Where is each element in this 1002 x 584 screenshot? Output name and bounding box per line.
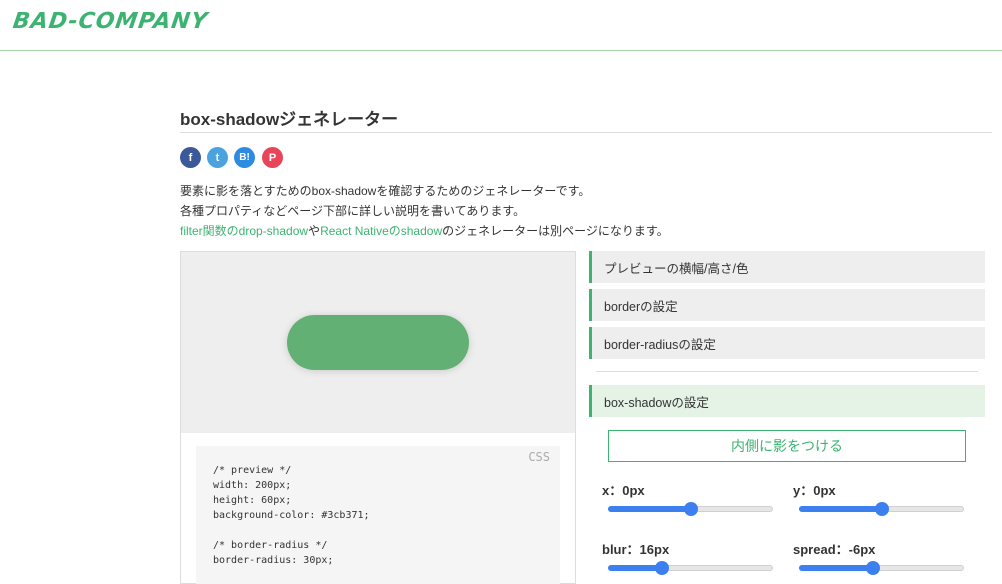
page-title: box-shadowジェネレーター bbox=[180, 110, 399, 129]
intro-line-3: filter関数のdrop-shadowやReact Nativeのshadow… bbox=[180, 221, 669, 241]
x-offset-label: x：0px bbox=[602, 483, 645, 498]
slider-fill bbox=[799, 565, 874, 571]
slider-fill bbox=[799, 506, 882, 512]
twitter-share-icon[interactable]: t bbox=[207, 147, 228, 168]
slider-fill bbox=[608, 565, 663, 571]
x-offset-slider[interactable] bbox=[608, 501, 773, 517]
intro-text: 要素に影を落とすためのbox-shadowを確認するためのジェネレーターです。 … bbox=[180, 181, 669, 241]
slider-thumb[interactable] bbox=[874, 502, 889, 516]
preview-area bbox=[181, 252, 575, 433]
blur-slider[interactable] bbox=[608, 560, 773, 576]
pocket-share-icon[interactable]: P bbox=[262, 147, 283, 168]
preview-panel: CSS /* preview */ width: 200px; height: … bbox=[180, 251, 576, 584]
drop-shadow-link[interactable]: filter関数のdrop-shadow bbox=[180, 224, 308, 238]
react-native-shadow-link[interactable]: React Nativeのshadow bbox=[320, 224, 442, 238]
inset-shadow-button[interactable]: 内側に影をつける bbox=[608, 430, 966, 462]
box-shadow-panel-toggle[interactable]: box-shadowの設定 bbox=[589, 385, 985, 417]
facebook-share-icon[interactable]: f bbox=[180, 147, 201, 168]
border-panel-toggle[interactable]: borderの設定 bbox=[589, 289, 985, 321]
spread-label: spread：-6px bbox=[793, 542, 876, 557]
y-offset-slider[interactable] bbox=[799, 501, 964, 517]
code-language-label: CSS bbox=[528, 450, 550, 464]
border-radius-panel-toggle[interactable]: border-radiusの設定 bbox=[589, 327, 985, 359]
spread-slider[interactable] bbox=[799, 560, 964, 576]
settings-divider bbox=[596, 371, 978, 372]
site-logo[interactable]: BAD-COMPANY bbox=[11, 9, 209, 34]
slider-fill bbox=[608, 506, 691, 512]
slider-thumb[interactable] bbox=[866, 561, 881, 575]
preview-size-panel-toggle[interactable]: プレビューの横幅/高さ/色 bbox=[589, 251, 985, 283]
slider-thumb[interactable] bbox=[655, 561, 670, 575]
blur-label: blur：16px bbox=[602, 542, 670, 557]
intro-connector: や bbox=[308, 224, 321, 238]
intro-tail: のジェネレーターは別ページになります。 bbox=[442, 224, 669, 238]
preview-box bbox=[287, 315, 469, 370]
intro-line-1: 要素に影を落とすためのbox-shadowを確認するためのジェネレーターです。 bbox=[180, 184, 591, 198]
y-offset-label: y：0px bbox=[793, 483, 836, 498]
intro-line-2: 各種プロパティなどページ下部に詳しい説明を書いてあります。 bbox=[180, 204, 526, 218]
css-code-block[interactable]: CSS /* preview */ width: 200px; height: … bbox=[196, 446, 560, 584]
css-code-text[interactable]: /* preview */ width: 200px; height: 60px… bbox=[213, 463, 370, 568]
slider-thumb[interactable] bbox=[683, 502, 698, 516]
hatena-bookmark-icon[interactable]: B! bbox=[234, 147, 255, 168]
site-header: BAD-COMPANY bbox=[0, 0, 1002, 51]
title-divider bbox=[180, 132, 992, 133]
